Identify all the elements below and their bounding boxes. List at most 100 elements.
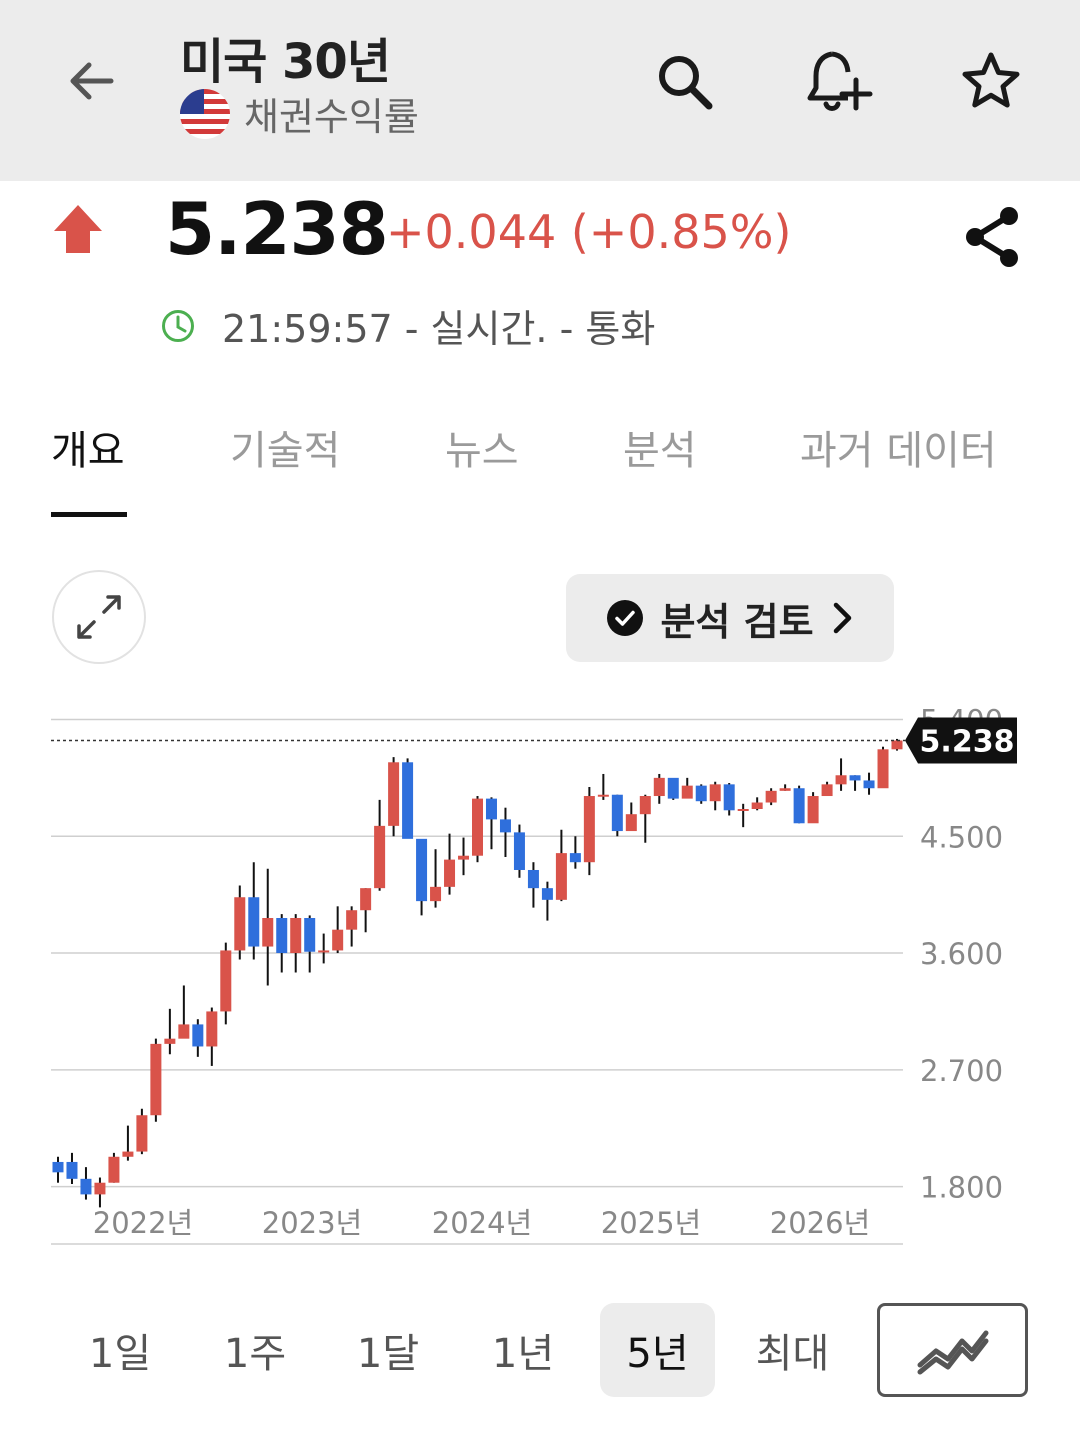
candle-body bbox=[430, 886, 442, 902]
x-tick-label: 2026년 bbox=[770, 1206, 870, 1240]
candle-body bbox=[472, 798, 483, 856]
candle-body bbox=[583, 796, 595, 863]
quote-time-status: 21:59:57 - 실시간. - 통화 bbox=[222, 307, 656, 351]
candle-body bbox=[360, 888, 372, 911]
expand-icon bbox=[77, 595, 121, 639]
period-1d[interactable]: 1일 bbox=[70, 1303, 170, 1397]
candle-body bbox=[849, 775, 861, 781]
line-chart-icon bbox=[917, 1330, 988, 1375]
expand-chart-button[interactable] bbox=[52, 570, 146, 664]
candle-body bbox=[178, 1024, 190, 1039]
candle-body bbox=[248, 897, 260, 947]
y-tick-label: 1.800 bbox=[920, 1171, 1003, 1205]
section-tabs: 개요 기술적 뉴스 분석 과거 데이터 bbox=[0, 400, 1080, 520]
clock-icon bbox=[162, 309, 194, 342]
candle-body bbox=[513, 832, 525, 870]
candle-body bbox=[276, 918, 288, 954]
candle-body bbox=[80, 1178, 92, 1195]
candle-body bbox=[108, 1156, 120, 1183]
app-header: 미국 30년 채권수익률 bbox=[0, 0, 1080, 181]
candle-body bbox=[234, 897, 246, 951]
candle-body bbox=[485, 798, 497, 820]
candle-body bbox=[416, 838, 428, 902]
candle-body bbox=[737, 809, 749, 811]
period-1w[interactable]: 1주 bbox=[205, 1303, 305, 1397]
chart-type-button[interactable] bbox=[877, 1303, 1028, 1397]
candle-body bbox=[695, 785, 707, 802]
candle-body bbox=[751, 802, 763, 809]
quote-time-row: 21:59:57 - 실시간. - 통화 bbox=[160, 298, 655, 353]
candle-body bbox=[877, 749, 889, 789]
candle-body bbox=[402, 762, 414, 839]
candle-body bbox=[388, 762, 400, 826]
period-1m[interactable]: 1달 bbox=[338, 1303, 438, 1397]
analysis-review-label: 분석 검토 bbox=[660, 599, 814, 644]
candle-body bbox=[723, 784, 735, 811]
period-5y[interactable]: 5년 bbox=[600, 1303, 715, 1397]
candle-body bbox=[709, 784, 721, 802]
candle-body bbox=[290, 918, 302, 954]
quote-row: 5.238 +0.044 (+0.85%) bbox=[0, 185, 1080, 285]
instrument-title: 미국 30년 bbox=[180, 34, 391, 90]
candle-body bbox=[220, 950, 232, 1012]
period-selector: 1일 1주 1달 1년 5년 최대 bbox=[0, 1300, 1080, 1400]
price-chart[interactable]: 5.4004.5003.6002.7001.8002022년2023년2024년… bbox=[0, 700, 1080, 1260]
candle-body bbox=[458, 855, 470, 860]
candle-body bbox=[499, 819, 511, 833]
period-1y[interactable]: 1년 bbox=[473, 1303, 573, 1397]
analysis-review-button[interactable]: 분석 검토 bbox=[566, 574, 894, 662]
candle-body bbox=[765, 790, 777, 803]
candle-body bbox=[639, 796, 651, 815]
candle-body bbox=[346, 910, 358, 930]
add-alert-button[interactable] bbox=[798, 42, 878, 122]
candle-body bbox=[821, 784, 833, 797]
candle-body bbox=[444, 859, 456, 887]
candle-body bbox=[122, 1151, 134, 1157]
candle-body bbox=[206, 1011, 218, 1047]
favorite-button[interactable] bbox=[951, 42, 1031, 122]
tab-overview[interactable]: 개요 bbox=[51, 418, 125, 476]
back-button[interactable] bbox=[52, 42, 130, 120]
instrument-subtitle-row: 채권수익률 bbox=[180, 86, 419, 141]
price-up-arrow-icon bbox=[54, 205, 102, 253]
x-tick-label: 2025년 bbox=[601, 1206, 701, 1240]
candle-body bbox=[66, 1161, 78, 1179]
candle-body bbox=[150, 1043, 162, 1116]
y-tick-label: 4.500 bbox=[920, 820, 1003, 854]
candle-body bbox=[653, 777, 665, 797]
share-icon bbox=[966, 207, 1018, 267]
candle-body bbox=[164, 1038, 176, 1044]
current-value-label: 5.238 bbox=[920, 724, 1015, 759]
tab-technical[interactable]: 기술적 bbox=[230, 418, 340, 476]
candle-body bbox=[793, 788, 805, 824]
candle-body bbox=[835, 775, 847, 785]
share-button[interactable] bbox=[952, 197, 1032, 277]
candle-body bbox=[555, 853, 567, 900]
candle-body bbox=[779, 788, 791, 791]
candle-body bbox=[569, 853, 581, 863]
candle-body bbox=[332, 929, 344, 951]
period-max[interactable]: 최대 bbox=[740, 1303, 845, 1397]
candle-body bbox=[262, 918, 274, 947]
search-button[interactable] bbox=[645, 42, 725, 122]
chevron-right-icon bbox=[833, 602, 851, 634]
last-price: 5.238 bbox=[165, 187, 389, 271]
x-tick-label: 2022년 bbox=[93, 1206, 193, 1240]
y-tick-label: 3.600 bbox=[920, 937, 1003, 971]
candle-body bbox=[807, 796, 819, 824]
star-icon bbox=[962, 52, 1020, 108]
x-tick-label: 2024년 bbox=[432, 1206, 532, 1240]
bell-plus-icon bbox=[807, 51, 873, 111]
instrument-subtitle: 채권수익률 bbox=[244, 95, 419, 139]
check-circle-icon bbox=[607, 600, 644, 636]
tab-historical-data[interactable]: 과거 데이터 bbox=[800, 418, 997, 476]
candle-body bbox=[625, 814, 637, 832]
candle-body bbox=[374, 825, 386, 889]
candle-body bbox=[318, 950, 330, 953]
candle-body bbox=[611, 794, 623, 832]
search-icon bbox=[659, 56, 713, 110]
candle-body bbox=[527, 869, 539, 889]
candle-body bbox=[304, 918, 316, 952]
tab-news[interactable]: 뉴스 bbox=[445, 418, 519, 476]
tab-analysis[interactable]: 분석 bbox=[623, 418, 697, 476]
